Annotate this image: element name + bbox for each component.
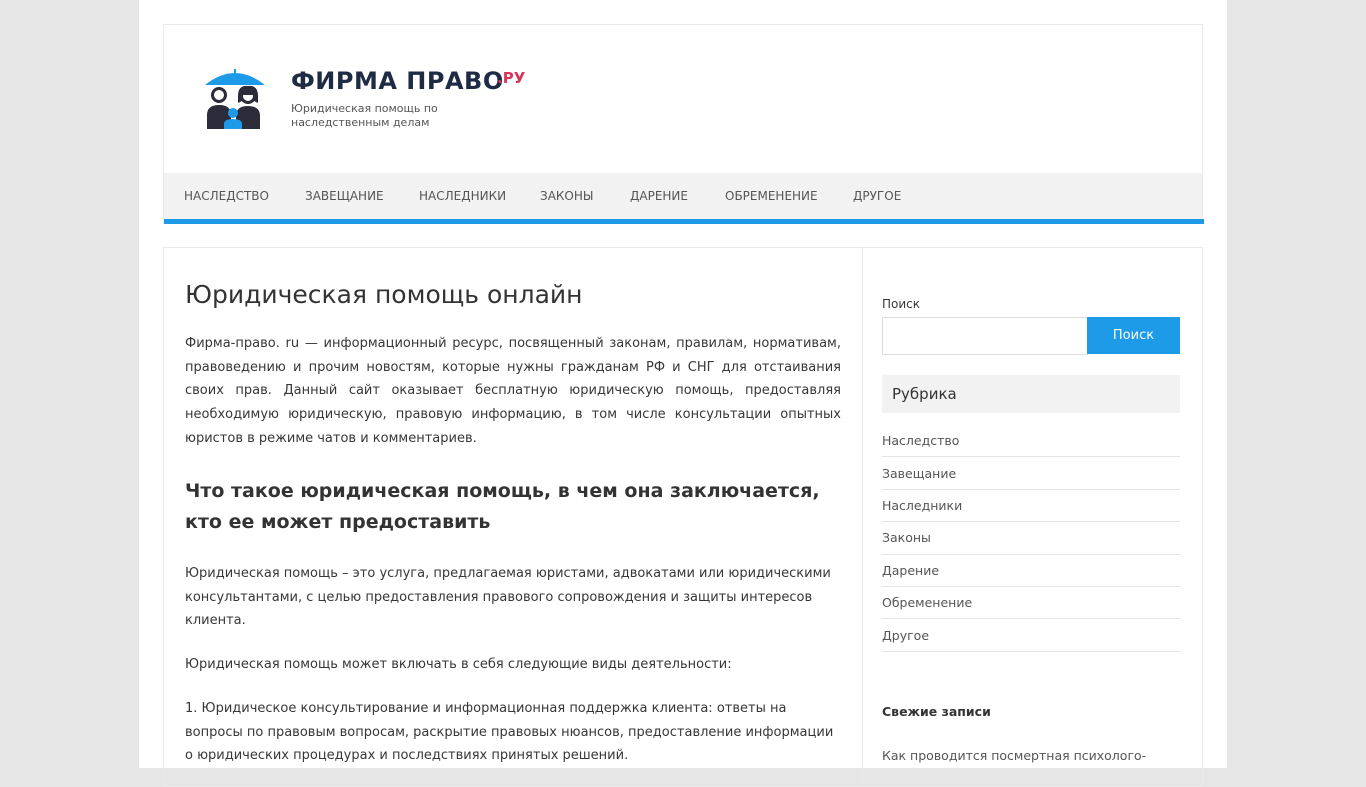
category-link-drugoe[interactable]: Другое <box>882 628 929 643</box>
body-paragraph: Юридическая помощь – это услуга, предлаг… <box>185 566 831 629</box>
category-link-nasledstvo[interactable]: Наследство <box>882 433 959 448</box>
list-item: Наследники <box>882 490 1180 523</box>
nav-item-darenie[interactable]: ДАРЕНИЕ <box>630 173 688 219</box>
page-container: ФИРМА ПРАВО .РУ Юридическая помощь по на… <box>139 0 1227 787</box>
section-heading: Что такое юридическая помощь, в чем она … <box>185 480 820 533</box>
site-logo[interactable]: ФИРМА ПРАВО .РУ Юридическая помощь по на… <box>202 63 542 133</box>
recent-posts-heading: Свежие записи <box>882 704 991 719</box>
body-paragraph: 1. Юридическое консультирование и информ… <box>185 701 834 764</box>
nav-item-obremenenie[interactable]: ОБРЕМЕНЕНИЕ <box>725 173 818 219</box>
category-link-darenie[interactable]: Дарение <box>882 563 939 578</box>
logo-subtitle: Юридическая помощь по наследственным дел… <box>291 102 438 129</box>
nav-item-nasledniki[interactable]: НАСЛЕДНИКИ <box>419 173 506 219</box>
nav-item-zakony[interactable]: ЗАКОНЫ <box>540 173 593 219</box>
nav-item-drugoe[interactable]: ДРУГОЕ <box>853 173 901 219</box>
list-item: Наследство <box>882 425 1180 458</box>
main-navigation: НАСЛЕДСТВО ЗАВЕЩАНИЕ НАСЛЕДНИКИ ЗАКОНЫ Д… <box>164 173 1202 219</box>
category-link-zakony[interactable]: Законы <box>882 530 931 545</box>
search-input[interactable] <box>882 317 1088 355</box>
main-content: Юридическая помощь онлайн Фирма-право. r… <box>163 247 863 787</box>
list-item: Дарение <box>882 555 1180 587</box>
categories-heading: Рубрика <box>882 375 1180 413</box>
nav-item-nasledstvo[interactable]: НАСЛЕДСТВО <box>184 173 269 219</box>
body-paragraph: Юридическая помощь может включать в себя… <box>185 657 732 672</box>
search-label: Поиск <box>882 297 921 311</box>
list-item: Обременение <box>882 587 1180 620</box>
sidebar: Поиск Поиск Рубрика Наследство Завещание… <box>862 247 1203 787</box>
nav-item-zaveshchanie[interactable]: ЗАВЕЩАНИЕ <box>305 173 384 219</box>
recent-post-link[interactable]: Как проводится посмертная психолого- <box>882 748 1180 763</box>
category-link-nasledniki[interactable]: Наследники <box>882 498 962 513</box>
logo-title: ФИРМА ПРАВО <box>291 67 504 95</box>
category-link-zaveshchanie[interactable]: Завещание <box>882 466 956 481</box>
category-link-obremenenie[interactable]: Обременение <box>882 595 972 610</box>
list-item: Другое <box>882 619 1180 652</box>
site-header: ФИРМА ПРАВО .РУ Юридическая помощь по на… <box>163 24 1204 224</box>
family-umbrella-icon <box>205 69 265 129</box>
intro-paragraph: Фирма-право. ru — информационный ресурс,… <box>185 336 841 446</box>
logo-suffix: .РУ <box>497 69 526 87</box>
categories-list: Наследство Завещание Наследники Законы Д… <box>882 425 1180 652</box>
list-item: Завещание <box>882 457 1180 490</box>
page-title: Юридическая помощь онлайн <box>185 280 583 309</box>
nav-accent-bar <box>164 219 1204 224</box>
search-button[interactable]: Поиск <box>1087 317 1180 354</box>
list-item: Законы <box>882 522 1180 555</box>
